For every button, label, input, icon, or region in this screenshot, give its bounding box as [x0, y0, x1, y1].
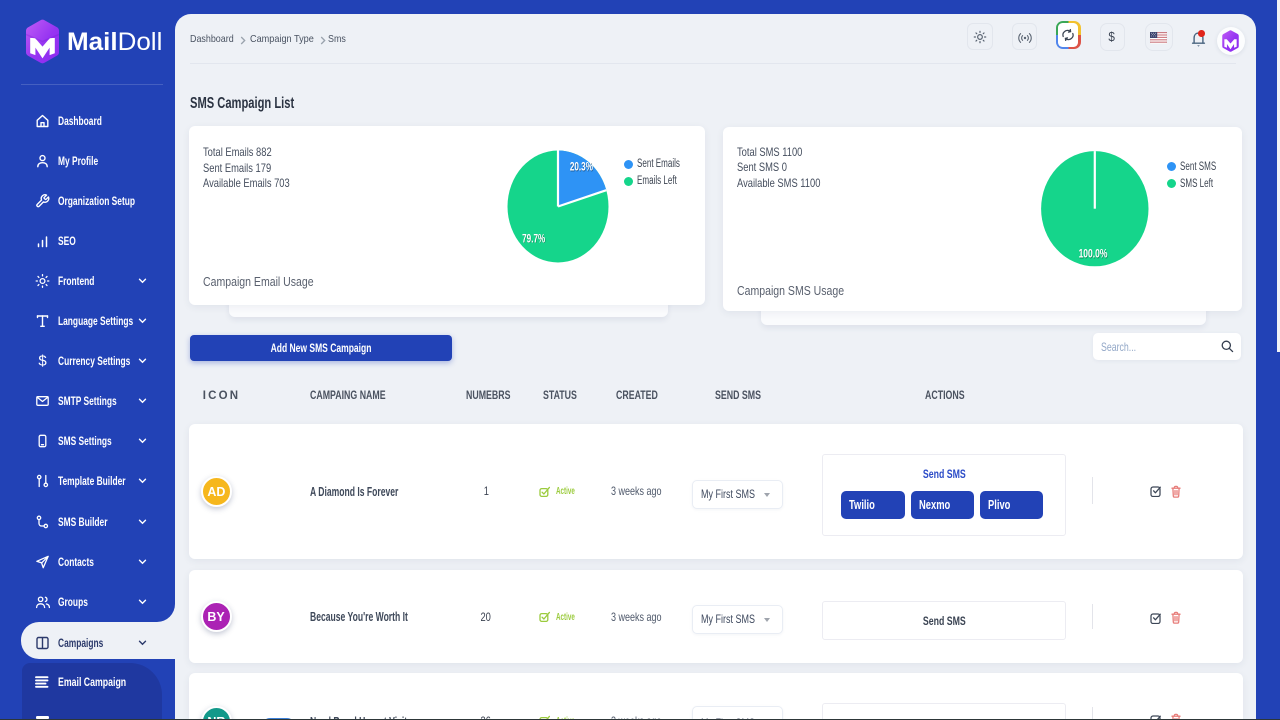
svg-text:100.0%: 100.0% — [1079, 248, 1108, 261]
svg-text:20.3%: 20.3% — [570, 161, 593, 174]
svg-text:79.7%: 79.7% — [522, 233, 545, 246]
